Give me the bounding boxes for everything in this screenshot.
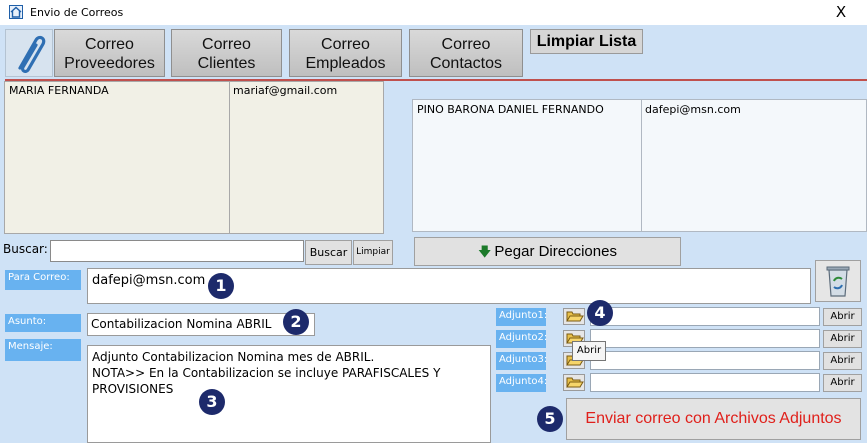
- correo-contactos-button[interactable]: Correo Contactos: [409, 29, 523, 77]
- paste-addresses-button[interactable]: 🡇 Pegar Direcciones: [414, 237, 681, 266]
- folder-open-icon[interactable]: [563, 374, 585, 391]
- correo-empleados-button[interactable]: Correo Empleados: [289, 29, 402, 77]
- limpiar-lista-button[interactable]: Limpiar Lista: [530, 29, 643, 54]
- adjunto1-label: Adjunto1:: [496, 308, 547, 326]
- marker-5: 5: [537, 406, 563, 432]
- marker-4: 4: [587, 300, 613, 326]
- close-button[interactable]: X: [826, 2, 856, 22]
- mensaje-textarea[interactable]: Adjunto Contabilizacion Nomina mes de AB…: [87, 345, 491, 443]
- adjunto3-label: Adjunto3:: [496, 352, 547, 370]
- clear-search-button[interactable]: Limpiar: [353, 240, 393, 265]
- adjunto1-input[interactable]: [590, 307, 820, 326]
- abrir1-button[interactable]: Abrir: [823, 308, 862, 326]
- recycle-bin-icon[interactable]: [815, 260, 861, 302]
- paste-addresses-label: Pegar Direcciones: [494, 243, 617, 260]
- search-label: Buscar:: [3, 242, 48, 256]
- window-title: Envio de Correos: [30, 6, 124, 19]
- list-item-email[interactable]: dafepi@msn.com: [645, 103, 741, 116]
- search-button[interactable]: Buscar: [305, 240, 352, 265]
- list-item-name[interactable]: PINO BARONA DANIEL FERNANDO: [417, 103, 604, 116]
- tooltip: Abrir: [572, 341, 606, 361]
- correo-proveedores-button[interactable]: Correo Proveedores: [54, 29, 165, 77]
- column-divider: [229, 82, 230, 233]
- list-item-email[interactable]: mariaf@gmail.com: [233, 84, 337, 97]
- marker-1: 1: [208, 273, 234, 299]
- adjunto4-label: Adjunto4:: [496, 374, 547, 392]
- abrir3-button[interactable]: Abrir: [823, 352, 862, 370]
- column-divider: [641, 100, 642, 231]
- asunto-input[interactable]: Contabilizacion Nomina ABRIL: [87, 313, 315, 336]
- para-correo-label: Para Correo:: [5, 270, 81, 290]
- marker-3: 3: [199, 389, 225, 415]
- folder-open-icon[interactable]: [563, 308, 585, 325]
- mensaje-label: Mensaje:: [5, 339, 81, 361]
- left-address-list[interactable]: MARIA FERNANDA mariaf@gmail.com: [4, 81, 384, 234]
- send-email-button[interactable]: Enviar correo con Archivos Adjuntos: [566, 398, 861, 440]
- para-correo-input[interactable]: dafepi@msn.com: [87, 268, 811, 304]
- adjunto2-input[interactable]: [590, 329, 820, 348]
- adjunto4-input[interactable]: [590, 373, 820, 392]
- adjunto3-input[interactable]: [590, 351, 820, 370]
- asunto-label: Asunto:: [5, 314, 81, 332]
- correo-clientes-button[interactable]: Correo Clientes: [171, 29, 282, 77]
- abrir4-button[interactable]: Abrir: [823, 374, 862, 392]
- search-input[interactable]: [50, 240, 304, 262]
- arrow-down-icon: 🡇: [478, 244, 492, 259]
- title-bar: [0, 0, 867, 25]
- home-icon: [9, 5, 23, 19]
- abrir2-button[interactable]: Abrir: [823, 330, 862, 348]
- right-address-list[interactable]: PINO BARONA DANIEL FERNANDO dafepi@msn.c…: [412, 99, 867, 232]
- paperclip-icon[interactable]: [5, 29, 53, 77]
- adjunto2-label: Adjunto2:: [496, 330, 547, 348]
- marker-2: 2: [283, 309, 309, 335]
- list-item-name[interactable]: MARIA FERNANDA: [9, 84, 109, 97]
